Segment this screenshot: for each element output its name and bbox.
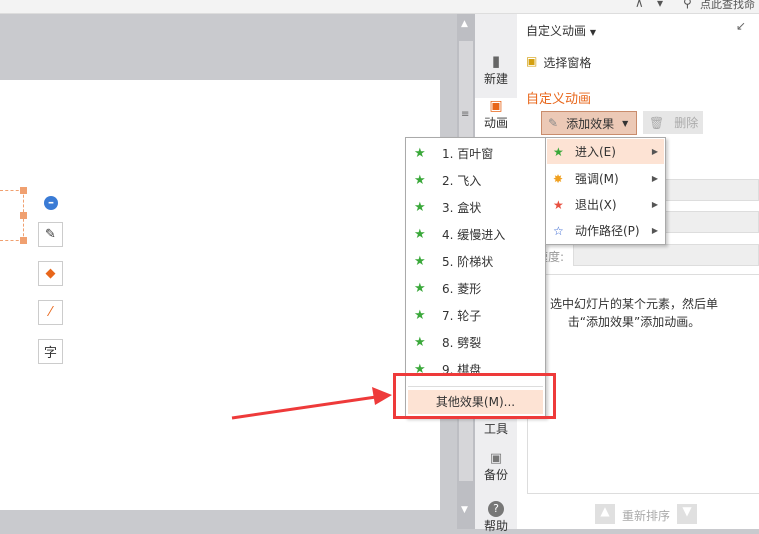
annotation-arrow [231, 387, 392, 420]
